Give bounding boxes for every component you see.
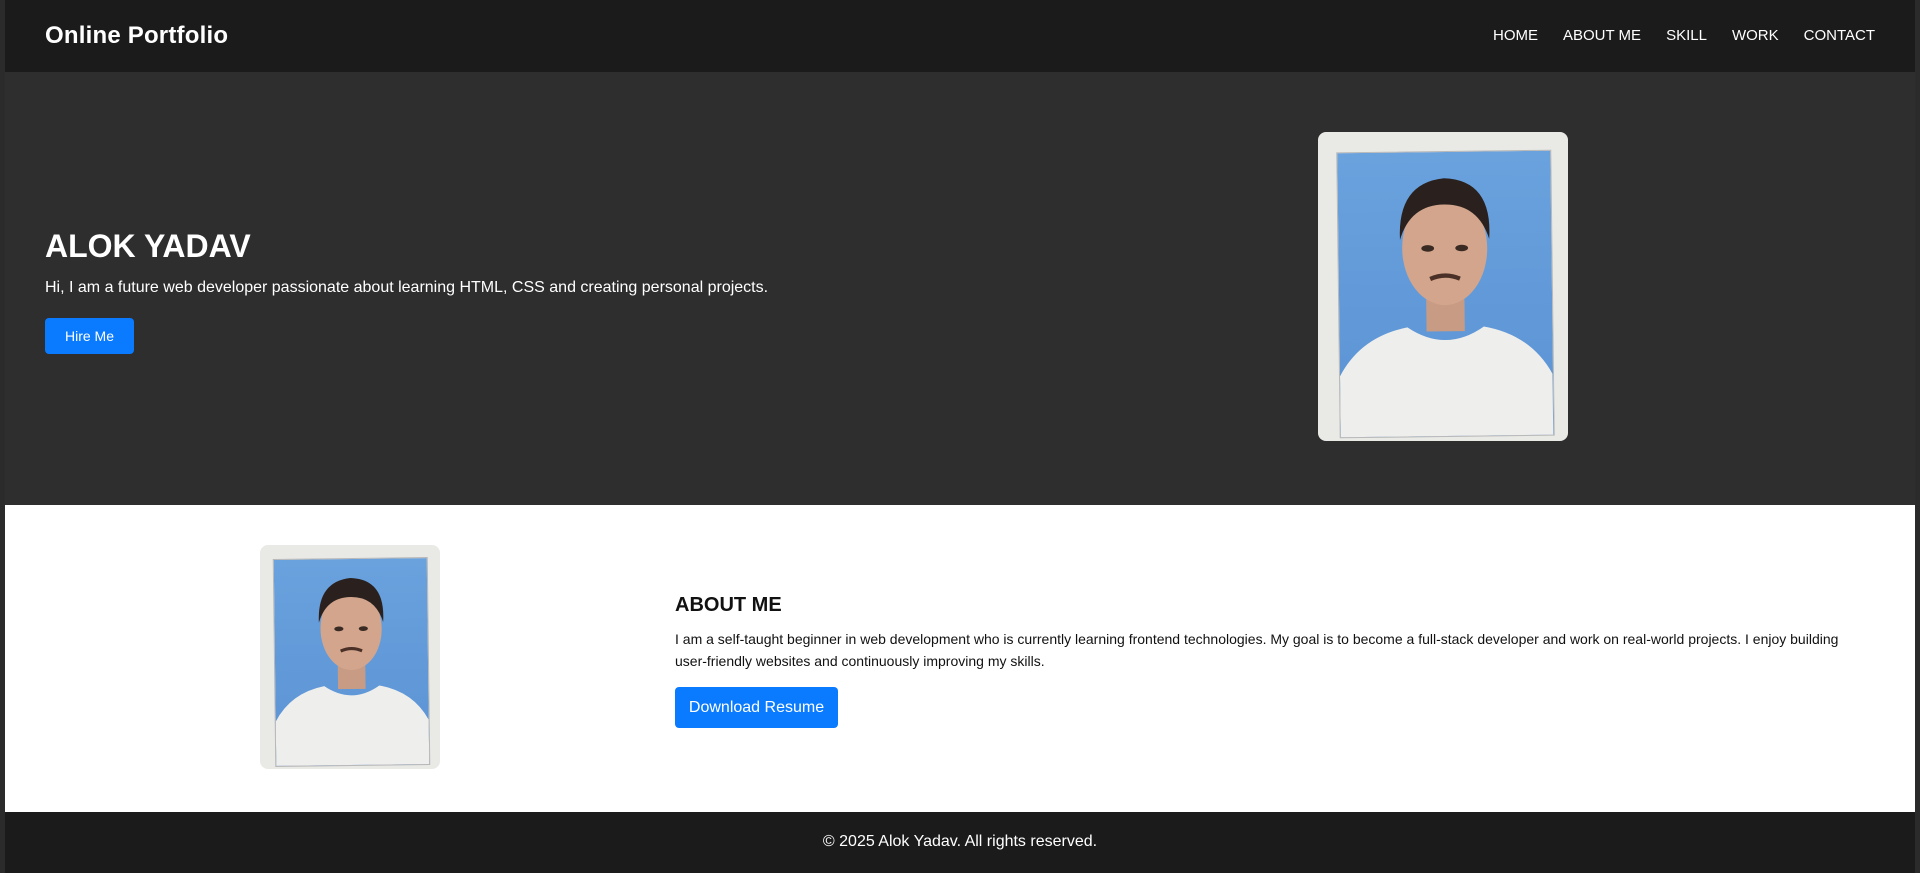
about-section: ABOUT ME I am a self-taught beginner in … <box>5 505 1915 812</box>
hero-section: ALOK YADAV Hi, I am a future web develop… <box>5 72 1915 505</box>
copyright-text: © 2025 Alok Yadav. All rights reserved. <box>822 833 1098 850</box>
photo-print <box>1336 149 1555 439</box>
photo-print <box>273 557 431 768</box>
about-photo <box>260 545 440 769</box>
nav-home[interactable]: HOME <box>1493 27 1538 44</box>
site-header: Online Portfolio HOME ABOUT ME SKILL WOR… <box>5 0 1915 72</box>
nav-work[interactable]: WORK <box>1732 27 1779 44</box>
about-title: ABOUT ME <box>675 594 782 616</box>
nav-contact[interactable]: CONTACT <box>1804 27 1875 44</box>
main-nav: HOME ABOUT ME SKILL WORK CONTACT <box>1493 27 1875 44</box>
nav-about-me[interactable]: ABOUT ME <box>1563 27 1641 44</box>
brand-logo[interactable]: Online Portfolio <box>45 22 228 50</box>
portrait-illustration <box>1339 177 1554 438</box>
page: Online Portfolio HOME ABOUT ME SKILL WOR… <box>5 0 1915 873</box>
profile-photo <box>1318 132 1568 441</box>
hero-intro: Hi, I am a future web developer passiona… <box>45 279 769 296</box>
portrait-illustration <box>276 578 430 767</box>
nav-skill[interactable]: SKILL <box>1666 27 1707 44</box>
site-footer: © 2025 Alok Yadav. All rights reserved. <box>5 812 1915 873</box>
about-description: I am a self-taught beginner in web devel… <box>675 631 1839 669</box>
download-resume-button[interactable]: Download Resume <box>675 687 838 728</box>
hero-title: ALOK YADAV <box>45 228 251 264</box>
hire-me-button[interactable]: Hire Me <box>45 318 134 354</box>
